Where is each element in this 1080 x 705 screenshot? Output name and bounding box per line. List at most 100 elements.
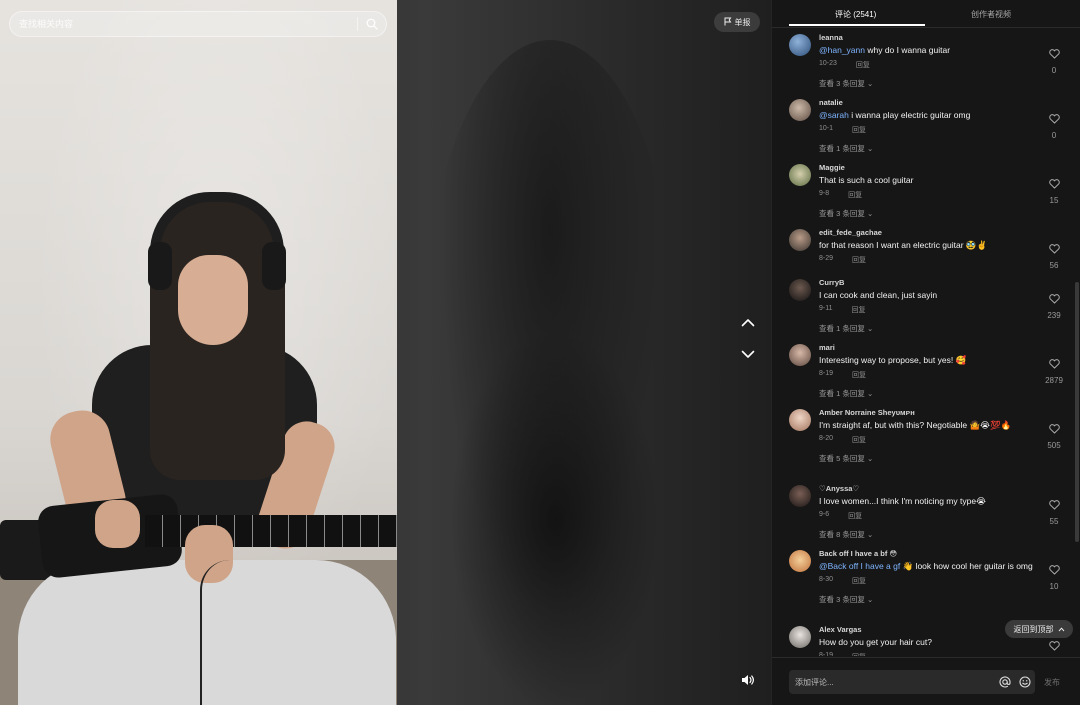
chevron-down-icon: ⌄ bbox=[866, 209, 874, 218]
comment-mention[interactable]: @sarah bbox=[819, 110, 849, 120]
comment-mention[interactable]: @han_yann bbox=[819, 45, 865, 55]
tab-creator-videos[interactable]: 创作者视频 bbox=[971, 9, 1011, 20]
tab-active-indicator bbox=[789, 24, 925, 26]
search-icon[interactable] bbox=[358, 12, 386, 36]
comment-text: for that reason I want an electric guita… bbox=[819, 240, 988, 250]
comment-username[interactable]: mari bbox=[819, 342, 1039, 353]
like-button[interactable]: 15 bbox=[1042, 176, 1066, 205]
like-count: 505 bbox=[1047, 441, 1061, 450]
previous-video-button[interactable] bbox=[735, 310, 761, 336]
video-player[interactable] bbox=[0, 0, 397, 705]
comment-username[interactable]: Amber Norraine Sheyᴜᴍᴘʜ bbox=[819, 407, 1039, 418]
comment-username[interactable]: ♡Anyssa♡ bbox=[819, 483, 1039, 494]
avatar[interactable] bbox=[789, 626, 811, 648]
comment-text: @han_yann why do I wanna guitar bbox=[819, 45, 951, 55]
reply-button[interactable]: 回复 bbox=[852, 255, 866, 265]
like-button[interactable]: 10 bbox=[1042, 562, 1066, 591]
avatar[interactable] bbox=[789, 409, 811, 431]
heart-icon bbox=[1048, 291, 1060, 308]
like-button[interactable]: 55 bbox=[1042, 497, 1066, 526]
view-replies-button[interactable]: 查看 3 条回复 ⌄ bbox=[819, 594, 1039, 605]
comment-text: How do you get your hair cut? bbox=[819, 637, 932, 647]
comment-mention[interactable]: @Back off I have a gf bbox=[819, 561, 900, 571]
tab-comments[interactable]: 评论 (2541) bbox=[835, 9, 876, 20]
avatar[interactable] bbox=[789, 550, 811, 572]
like-button[interactable]: 0 bbox=[1042, 111, 1066, 140]
volume-button[interactable] bbox=[735, 669, 761, 695]
comment-panel: 评论 (2541) 创作者视频 leanna @han_yann why do … bbox=[771, 0, 1080, 705]
chevron-down-icon: ⌄ bbox=[866, 530, 874, 539]
comment-username[interactable]: Back off I have a bf 😳 bbox=[819, 548, 1039, 559]
heart-icon bbox=[1048, 497, 1060, 514]
chevron-down-icon: ⌄ bbox=[866, 595, 874, 604]
back-to-top-button[interactable]: 返回到顶部 bbox=[1005, 620, 1073, 638]
heart-icon bbox=[1048, 176, 1060, 193]
like-button[interactable]: 56 bbox=[1042, 241, 1066, 270]
reply-button[interactable]: 回复 bbox=[852, 435, 866, 445]
panel-tabs: 评论 (2541) 创作者视频 bbox=[772, 0, 1080, 28]
avatar[interactable] bbox=[789, 229, 811, 251]
search-box[interactable] bbox=[9, 11, 387, 37]
report-button[interactable]: 单报 bbox=[714, 12, 760, 32]
comment-list[interactable]: leanna @han_yann why do I wanna guitar 1… bbox=[772, 28, 1072, 656]
like-button[interactable]: 505 bbox=[1042, 421, 1066, 450]
comment-username[interactable]: leanna bbox=[819, 32, 1039, 43]
heart-icon bbox=[1048, 241, 1060, 258]
avatar[interactable] bbox=[789, 34, 811, 56]
view-replies-button[interactable]: 查看 8 条回复 ⌄ bbox=[819, 529, 1039, 540]
mention-icon[interactable] bbox=[995, 672, 1015, 692]
reply-button[interactable]: 回复 bbox=[852, 576, 866, 586]
view-replies-button[interactable]: 查看 5 条回复 ⌄ bbox=[819, 453, 1039, 464]
heart-icon bbox=[1048, 111, 1060, 128]
avatar[interactable] bbox=[789, 279, 811, 301]
comment-input-bar: 发布 bbox=[772, 657, 1080, 705]
reply-button[interactable]: 回复 bbox=[856, 60, 870, 70]
comment-text: Interesting way to propose, but yes! 🥰 bbox=[819, 355, 967, 365]
comment-date: 8-20 bbox=[819, 435, 834, 442]
avatar[interactable] bbox=[789, 164, 811, 186]
like-count: 0 bbox=[1051, 66, 1057, 75]
like-count: 2879 bbox=[1045, 376, 1063, 385]
reply-button[interactable]: 回复 bbox=[852, 305, 866, 315]
reply-button[interactable]: 回复 bbox=[848, 190, 862, 200]
reply-button[interactable]: 回复 bbox=[848, 511, 862, 521]
comment-text: @Back off I have a gf 👋 look how cool he… bbox=[819, 561, 1033, 571]
avatar[interactable] bbox=[789, 344, 811, 366]
comment-username[interactable]: Maggie bbox=[819, 162, 1039, 173]
comment-date: 9-6 bbox=[819, 511, 830, 518]
comment-username[interactable]: natalie bbox=[819, 97, 1039, 108]
comment-username[interactable]: edit_fede_gachae bbox=[819, 227, 1039, 238]
view-replies-button[interactable]: 查看 1 条回复 ⌄ bbox=[819, 323, 1039, 334]
chevron-up-icon bbox=[741, 314, 755, 332]
like-button[interactable]: 8 bbox=[1042, 638, 1066, 656]
post-button[interactable]: 发布 bbox=[1044, 677, 1060, 688]
reply-button[interactable]: 回复 bbox=[852, 125, 866, 135]
like-button[interactable]: 2879 bbox=[1042, 356, 1066, 385]
view-replies-button[interactable]: 查看 3 条回复 ⌄ bbox=[819, 208, 1039, 219]
emoji-icon[interactable] bbox=[1015, 672, 1035, 692]
comment-input[interactable] bbox=[789, 677, 995, 687]
heart-icon bbox=[1048, 356, 1060, 373]
comment-date: 8-30 bbox=[819, 576, 834, 583]
view-replies-button[interactable]: 查看 1 条回复 ⌄ bbox=[819, 143, 1039, 154]
comment-input-box[interactable] bbox=[789, 670, 1035, 694]
like-count: 239 bbox=[1047, 311, 1061, 320]
like-button[interactable]: 0 bbox=[1042, 46, 1066, 75]
avatar[interactable] bbox=[789, 99, 811, 121]
search-input[interactable] bbox=[10, 19, 357, 29]
next-video-button[interactable] bbox=[735, 342, 761, 368]
comment-text: I love women...I think I'm noticing my t… bbox=[819, 496, 986, 506]
reply-button[interactable]: 回复 bbox=[852, 652, 866, 656]
comment-scrollbar[interactable] bbox=[1075, 282, 1079, 542]
like-count: 15 bbox=[1049, 196, 1059, 205]
chevron-down-icon: ⌄ bbox=[866, 389, 874, 398]
view-replies-button[interactable]: 查看 3 条回复 ⌄ bbox=[819, 78, 1039, 89]
heart-icon bbox=[1048, 421, 1060, 438]
chevron-down-icon: ⌄ bbox=[866, 79, 874, 88]
reply-button[interactable]: 回复 bbox=[852, 370, 866, 380]
video-area: 单报 bbox=[0, 0, 771, 705]
like-button[interactable]: 239 bbox=[1042, 291, 1066, 320]
comment-username[interactable]: CurryB bbox=[819, 277, 1039, 288]
avatar[interactable] bbox=[789, 485, 811, 507]
view-replies-button[interactable]: 查看 1 条回复 ⌄ bbox=[819, 388, 1039, 399]
